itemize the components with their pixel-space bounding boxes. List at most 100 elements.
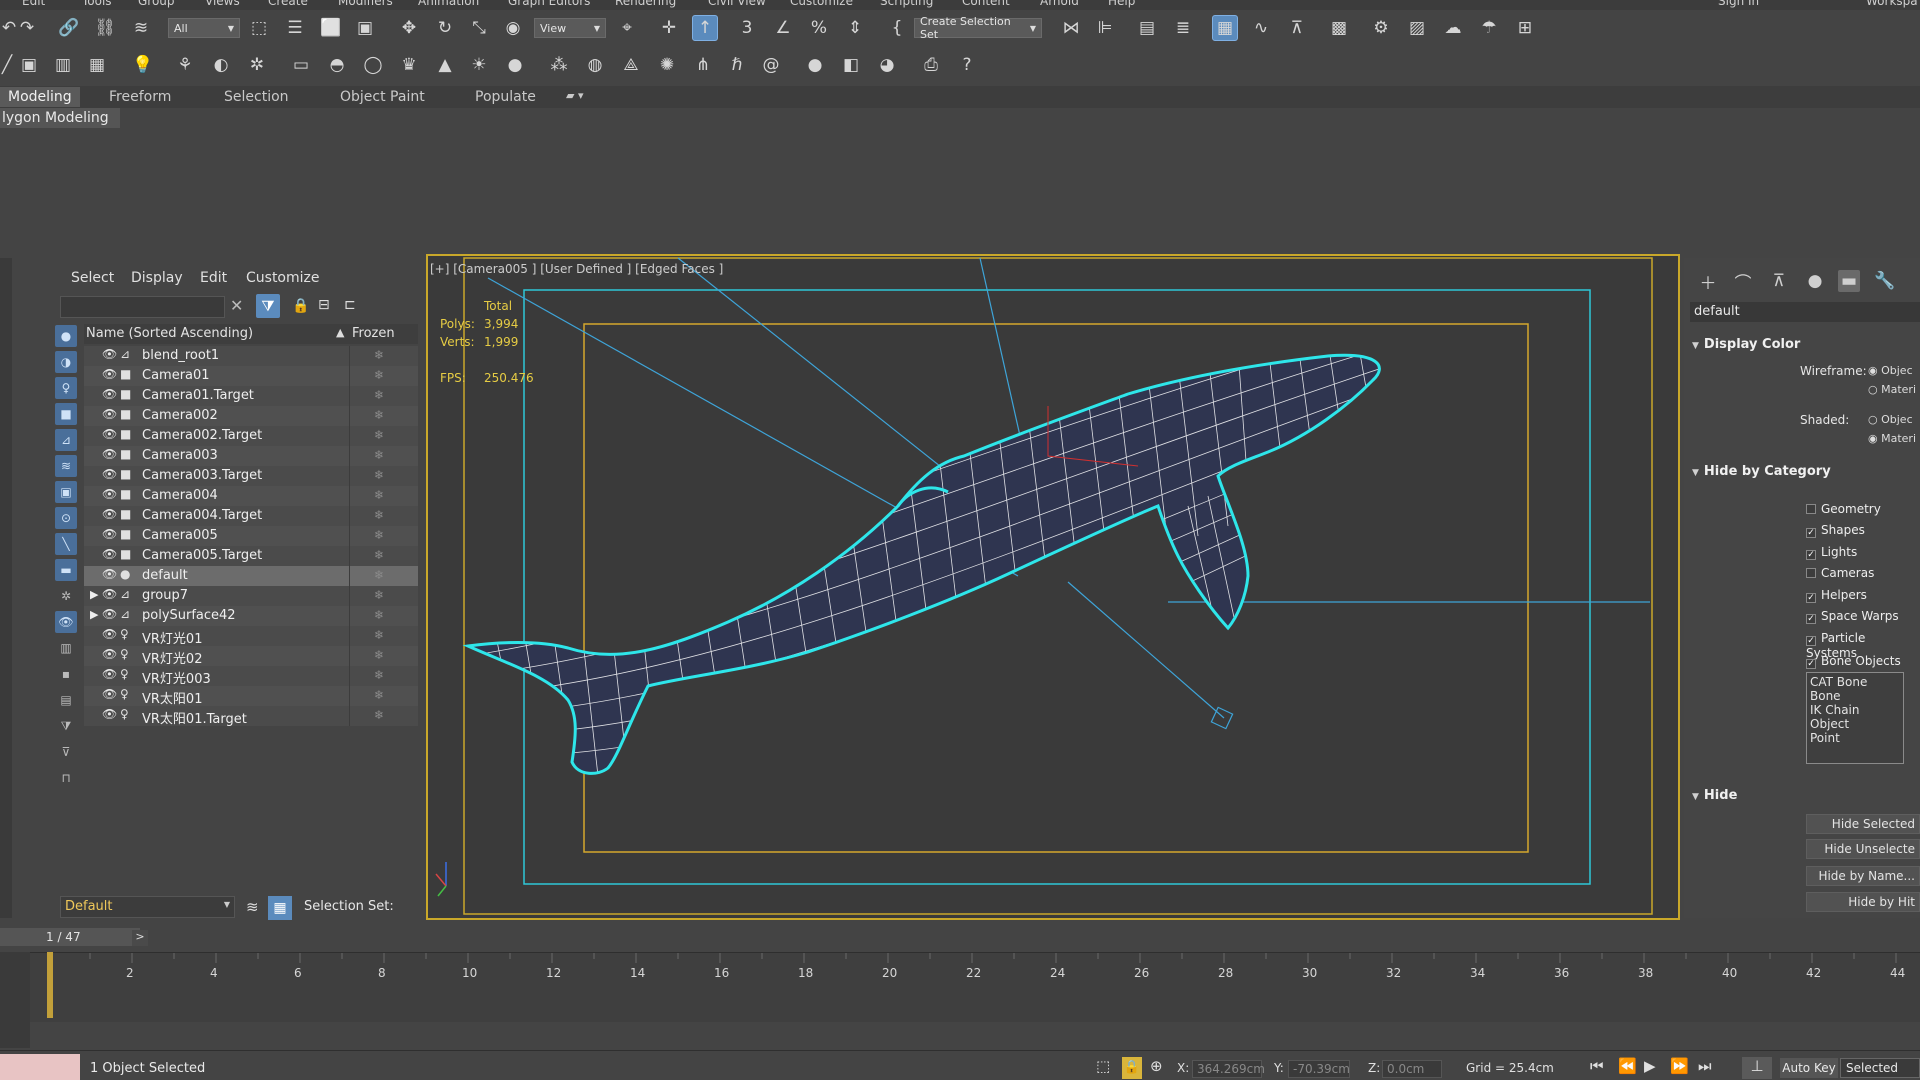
- hide-selected-button[interactable]: Hide Selected: [1806, 814, 1920, 834]
- explorer-search-input[interactable]: [60, 296, 225, 318]
- rotate-icon[interactable]: ↻: [432, 15, 458, 41]
- angle-snap-icon[interactable]: ∠: [770, 15, 796, 41]
- visibility-eye-icon[interactable]: 👁: [102, 367, 117, 381]
- tree-row-name[interactable]: Camera01: [142, 368, 210, 383]
- frozen-icon[interactable]: ❄: [374, 648, 384, 662]
- plane-light-icon[interactable]: ▭: [288, 52, 314, 78]
- link-icon[interactable]: 🔗: [56, 15, 82, 41]
- menu-rendering[interactable]: Rendering: [615, 0, 676, 8]
- tree-row[interactable]: 👁 ■ Camera004 ❄: [84, 486, 418, 506]
- frozen-icon[interactable]: ❄: [374, 628, 384, 642]
- play-icon[interactable]: ▶: [1644, 1057, 1656, 1075]
- category-list[interactable]: CAT Bone Bone IK Chain Object Point: [1806, 672, 1904, 764]
- tree-row-name[interactable]: Camera005.Target: [142, 548, 262, 563]
- light-lister-icon[interactable]: 💡: [130, 52, 156, 78]
- expand-toggle-icon[interactable]: ▶: [90, 588, 98, 601]
- tree-row[interactable]: 👁 ● default ❄: [84, 566, 418, 586]
- visibility-eye-icon[interactable]: 👁: [102, 587, 117, 601]
- create-tab-icon[interactable]: ＋: [1697, 270, 1719, 294]
- percent-snap-icon[interactable]: %: [806, 15, 832, 41]
- align-icon[interactable]: ⊫: [1092, 15, 1118, 41]
- frozen-icon[interactable]: ❄: [374, 708, 384, 722]
- frozen-icon[interactable]: ❄: [374, 448, 384, 462]
- modify-tab-icon[interactable]: ⌒: [1732, 270, 1754, 294]
- frozen-icon[interactable]: ❄: [374, 568, 384, 582]
- motion-tab-icon[interactable]: ●: [1804, 270, 1826, 292]
- category-checkbox[interactable]: ✓ Lights: [1806, 545, 1857, 560]
- tree-row[interactable]: 👁 ⊿ blend_root1 ❄: [84, 346, 418, 366]
- display-none-icon[interactable]: ▪: [55, 663, 77, 685]
- select-object-icon[interactable]: ⬚: [246, 15, 272, 41]
- checkbox-box[interactable]: ✓: [1806, 593, 1816, 603]
- menu-animation[interactable]: Animation: [418, 0, 479, 8]
- help-icon[interactable]: ?: [954, 52, 980, 78]
- pivot-center-icon[interactable]: ⌖: [614, 15, 640, 41]
- bind-space-warp-icon[interactable]: ≋: [128, 15, 154, 41]
- plane-icon[interactable]: ⟁: [618, 52, 644, 78]
- tree-row-name[interactable]: default: [142, 568, 188, 583]
- menu-civil-view[interactable]: Civil View: [708, 0, 766, 8]
- frozen-icon[interactable]: ❄: [374, 488, 384, 502]
- category-checkbox[interactable]: ✓ Space Warps: [1806, 609, 1899, 624]
- hierarchy-toggle-icon[interactable]: ▦: [268, 896, 292, 920]
- explorer-menu-edit[interactable]: Edit: [200, 270, 227, 286]
- tree-row[interactable]: 👁 ♀ VR灯光02 ❄: [84, 646, 418, 667]
- tree-row-name[interactable]: Camera004: [142, 488, 218, 503]
- display-containers-icon[interactable]: ✲: [55, 585, 77, 607]
- tab-object-paint[interactable]: Object Paint: [340, 89, 425, 105]
- y-coordinate-field[interactable]: -70.39cm: [1288, 1060, 1350, 1078]
- tree-row-name[interactable]: VR灯光003: [142, 668, 211, 687]
- folder-icon[interactable]: ⊓: [55, 767, 77, 789]
- display-all-icon[interactable]: ●: [55, 325, 77, 347]
- display-invert-icon[interactable]: ▤: [55, 689, 77, 711]
- hide-by-hit-button[interactable]: Hide by Hit: [1806, 892, 1920, 912]
- viewport-canvas[interactable]: [428, 256, 1678, 918]
- tree-row-name[interactable]: blend_root1: [142, 348, 219, 363]
- maxscript-listener[interactable]: [0, 1054, 80, 1080]
- visibility-eye-icon[interactable]: 👁: [102, 507, 117, 521]
- z-coordinate-field[interactable]: 0.0cm: [1382, 1060, 1442, 1078]
- menu-scripting[interactable]: Scripting: [880, 0, 933, 8]
- schematic-view-icon[interactable]: ⊼: [1284, 15, 1310, 41]
- sign-in-button[interactable]: Sign In: [1718, 0, 1759, 8]
- render-production-icon[interactable]: ☁: [1440, 15, 1466, 41]
- utilities-tab-icon[interactable]: 🔧: [1874, 270, 1896, 292]
- tree-row[interactable]: 👁 ♀ VR太阳01.Target ❄: [84, 706, 418, 727]
- tree-row-name[interactable]: Camera005: [142, 528, 218, 543]
- track-bar[interactable]: [30, 952, 1920, 1022]
- display-warps-icon[interactable]: ▣: [55, 481, 77, 503]
- display-helpers-icon[interactable]: ≋: [55, 455, 77, 477]
- window-crossing-icon[interactable]: ▣: [352, 15, 378, 41]
- hierarchy-tab-icon[interactable]: ⊼: [1768, 270, 1790, 292]
- filter-funnel-icon[interactable]: ⧩: [55, 715, 77, 737]
- key-filter-select[interactable]: Selected: [1840, 1058, 1920, 1078]
- category-checkbox[interactable]: Cameras: [1806, 566, 1874, 580]
- viewport-label[interactable]: [+] [Camera005 ] [User Defined ] [Edged …: [430, 262, 723, 276]
- shaded-material-radio[interactable]: ◉ Materi: [1868, 432, 1916, 445]
- tree-row-name[interactable]: VR太阳01.Target: [142, 708, 247, 727]
- proxy-icon[interactable]: ◍: [582, 52, 608, 78]
- menu-create[interactable]: Create: [268, 0, 308, 8]
- time-next-button[interactable]: >: [132, 930, 148, 946]
- menu-views[interactable]: Views: [205, 0, 240, 8]
- category-checkbox[interactable]: ✓ Helpers: [1806, 588, 1867, 603]
- select-manipulate-icon[interactable]: ✛: [656, 15, 682, 41]
- a360-gallery-icon[interactable]: ⊞: [1512, 15, 1538, 41]
- lock-icon[interactable]: 🔒: [292, 298, 309, 314]
- tree-row[interactable]: 👁 ■ Camera003 ❄: [84, 446, 418, 466]
- spinner-snap-icon[interactable]: ⇕: [842, 15, 868, 41]
- menu-customize[interactable]: Customize: [790, 0, 853, 8]
- menu-help[interactable]: Help: [1108, 0, 1135, 8]
- expand-toggle-icon[interactable]: ▶: [90, 608, 98, 621]
- x-coordinate-field[interactable]: 364.269cm: [1192, 1060, 1265, 1078]
- display-tab-icon[interactable]: ▬: [1838, 270, 1860, 292]
- tree-row-name[interactable]: Camera003.Target: [142, 468, 262, 483]
- tree-row[interactable]: 👁 ■ Camera002.Target ❄: [84, 426, 418, 446]
- category-checkbox[interactable]: ✓ Bone Objects: [1806, 654, 1901, 669]
- visibility-eye-icon[interactable]: 👁: [102, 647, 117, 661]
- material-override-icon[interactable]: ◧: [838, 52, 864, 78]
- display-shapes-icon[interactable]: ♀: [55, 377, 77, 399]
- tree-row-name[interactable]: group7: [142, 588, 188, 603]
- layer-select[interactable]: Default ▼: [60, 896, 235, 918]
- visibility-eye-icon[interactable]: 👁: [102, 427, 117, 441]
